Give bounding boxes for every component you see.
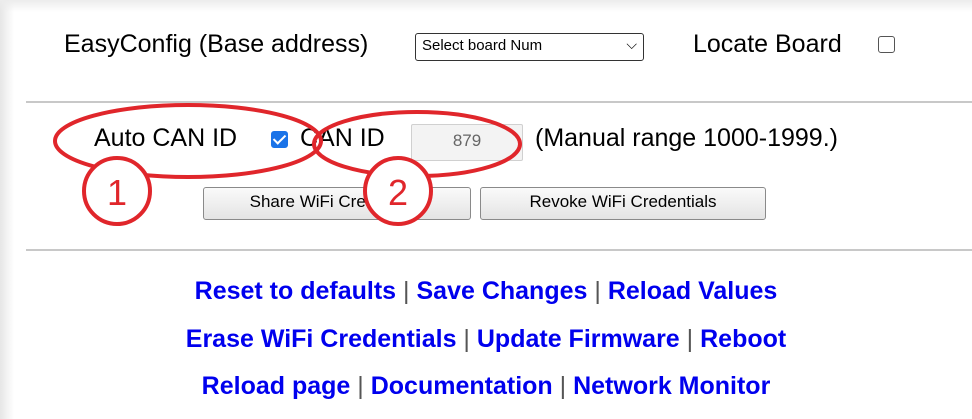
config-panel: EasyConfig (Base address) Select board N…: [0, 0, 972, 419]
annotation-overlay: 1 2: [53, 103, 522, 226]
annotation-badge-2-label: 2: [388, 172, 408, 213]
annotation-badge-1-label: 1: [107, 172, 127, 213]
